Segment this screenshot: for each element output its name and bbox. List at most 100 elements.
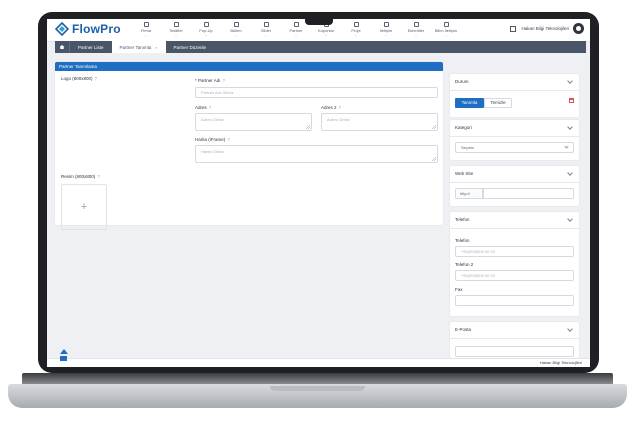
logo-label: Logo (800x800)? bbox=[61, 76, 98, 81]
chevron-down-icon[interactable] bbox=[567, 78, 573, 84]
resize-grip-icon[interactable] bbox=[306, 125, 310, 129]
email-title: E-Posta bbox=[455, 327, 472, 332]
chevron-down-icon[interactable] bbox=[567, 326, 573, 332]
resize-grip-icon[interactable] bbox=[432, 157, 436, 161]
avatar[interactable] bbox=[573, 23, 584, 34]
divider bbox=[450, 136, 579, 137]
resize-grip-icon[interactable] bbox=[432, 125, 436, 129]
help-icon[interactable]: ? bbox=[223, 78, 226, 83]
building-icon bbox=[143, 22, 149, 27]
phone2-input[interactable]: +90(000)000 00 00 bbox=[455, 270, 574, 281]
nav-item-popup[interactable]: Pop-Up ⌄ bbox=[191, 22, 221, 38]
partner-name-input[interactable]: Partner Adı Giriniz bbox=[195, 87, 438, 98]
map-textarea[interactable]: Harita Giriniz bbox=[195, 145, 438, 163]
chevron-down-icon[interactable] bbox=[567, 124, 573, 130]
chevron-down-icon: ⌄ bbox=[264, 33, 268, 37]
chevron-down-icon: ⌄ bbox=[384, 33, 388, 37]
fullscreen-icon[interactable] bbox=[509, 25, 516, 32]
chevron-down-icon: ⌄ bbox=[294, 33, 298, 37]
website-title: Web Site bbox=[455, 171, 474, 176]
nav-item-iletisim[interactable]: İletişim ⌄ bbox=[371, 22, 401, 38]
trash-icon[interactable] bbox=[569, 98, 574, 103]
chevron-down-icon[interactable] bbox=[567, 170, 573, 176]
scroll-to-top-base bbox=[60, 356, 67, 361]
user-icon bbox=[443, 22, 449, 27]
logo-text: FlowPro bbox=[72, 22, 121, 36]
phone-title: Telefon bbox=[455, 217, 470, 222]
chevron-down-icon: ⌄ bbox=[144, 33, 148, 37]
category-select[interactable]: Seçiniz bbox=[455, 142, 574, 153]
nav-item-eklentiler[interactable]: Eklentiler ⌄ bbox=[401, 22, 431, 38]
chevron-down-icon: ⌄ bbox=[234, 33, 238, 37]
arrow-up-icon bbox=[59, 349, 68, 354]
address-textarea[interactable]: Adres Giriniz bbox=[195, 113, 312, 131]
chevron-down-icon: ⌄ bbox=[354, 33, 358, 37]
clear-button[interactable]: Temizle bbox=[484, 98, 512, 108]
nav-item-firma[interactable]: Firma ⌄ bbox=[131, 22, 161, 38]
tab-partner-liste[interactable]: Partner Liste bbox=[70, 41, 112, 53]
header-right: Hakan Bilgi Teknolojileri bbox=[509, 23, 584, 34]
nav-item-bulten[interactable]: Bülten ⌄ bbox=[221, 22, 251, 38]
help-icon[interactable]: ? bbox=[227, 137, 230, 142]
user-name[interactable]: Hakan Bilgi Teknolojileri bbox=[522, 26, 569, 31]
plus-icon: + bbox=[80, 201, 88, 213]
chevron-down-icon: ⌄ bbox=[414, 33, 418, 37]
laptop-base-notch bbox=[270, 386, 365, 391]
help-icon[interactable]: ? bbox=[339, 105, 342, 110]
user-icon bbox=[576, 26, 581, 31]
email-panel: E-Posta bbox=[450, 322, 579, 358]
divider bbox=[450, 228, 579, 229]
website-input[interactable] bbox=[483, 188, 574, 199]
status-panel: Durum Tanımla Temizle bbox=[450, 74, 579, 117]
image-upload[interactable]: + bbox=[61, 184, 107, 230]
tab-home[interactable] bbox=[55, 41, 70, 53]
tab-partner-duzenle[interactable]: Partner Düzenle bbox=[166, 41, 215, 53]
phone2-label: Telefon 2 bbox=[455, 262, 474, 267]
tab-partner-tanimla[interactable]: Partner Tanımla × bbox=[111, 41, 166, 53]
website-panel: Web Site http:// bbox=[450, 166, 579, 206]
main-nav: Firma ⌄ Teklifler ⌄ Pop-Up ⌄ Bülten ⌄ Slider… bbox=[131, 22, 461, 38]
phone-panel: Telefon Telefon +90(000)000 00 00 Telefo… bbox=[450, 212, 579, 316]
nav-item-proje[interactable]: Proje ⌄ bbox=[341, 22, 371, 38]
define-button[interactable]: Tanımla bbox=[455, 98, 484, 108]
footer-text: Hakan Bilgi Teknolojileri bbox=[539, 360, 582, 365]
partner-form-card: Partner Tanımlama Logo (800x800)? * Part… bbox=[55, 62, 443, 230]
slider-icon bbox=[263, 22, 269, 27]
help-icon[interactable]: ? bbox=[97, 174, 100, 179]
logo[interactable]: FlowPro bbox=[55, 22, 121, 36]
nav-item-teklifler[interactable]: Teklifler ⌄ bbox=[161, 22, 191, 38]
divider bbox=[450, 90, 579, 91]
footer: Hakan Bilgi Teknolojileri bbox=[47, 358, 590, 367]
chevron-down-icon[interactable] bbox=[567, 216, 573, 222]
help-icon[interactable]: ? bbox=[209, 105, 212, 110]
category-title: Kategori bbox=[455, 125, 472, 130]
newsletter-icon bbox=[233, 22, 239, 27]
nav-item-bilim-iletisim[interactable]: Bilim İletişim ⌄ bbox=[431, 22, 461, 38]
partner-name-label: * Partner Adı? bbox=[195, 78, 226, 83]
chevron-down-icon: ⌄ bbox=[444, 33, 448, 37]
contact-icon bbox=[383, 22, 389, 27]
nav-item-slider[interactable]: Slider ⌄ bbox=[251, 22, 281, 38]
camera-notch bbox=[305, 18, 333, 25]
flowpro-logo-icon bbox=[55, 22, 69, 36]
divider bbox=[450, 182, 579, 183]
screen: FlowPro Firma ⌄ Teklifler ⌄ Pop-Up ⌄ Bülten… bbox=[47, 19, 590, 367]
project-icon bbox=[353, 22, 359, 27]
map-label: Harita (iFrame)? bbox=[195, 137, 230, 142]
address2-textarea[interactable]: Adres Giriniz bbox=[321, 113, 438, 131]
email-input[interactable] bbox=[455, 346, 574, 357]
scroll-to-top-button[interactable] bbox=[59, 349, 68, 367]
chevron-down-icon: ⌄ bbox=[324, 33, 328, 37]
home-icon bbox=[59, 45, 65, 49]
fax-input[interactable] bbox=[455, 295, 574, 306]
chevron-down-icon: ⌄ bbox=[174, 33, 178, 37]
address-label: Adres? bbox=[195, 105, 212, 110]
category-panel: Kategori Seçiniz bbox=[450, 120, 579, 160]
address2-label: Adres 2? bbox=[321, 105, 342, 110]
fax-label: Fax bbox=[455, 287, 463, 292]
help-icon[interactable]: ? bbox=[95, 76, 98, 81]
close-icon[interactable]: × bbox=[155, 45, 157, 50]
form-title: Partner Tanımlama bbox=[55, 62, 443, 71]
website-protocol-select[interactable]: http:// bbox=[455, 188, 483, 199]
phone-input[interactable]: +90(000)000 00 00 bbox=[455, 246, 574, 257]
